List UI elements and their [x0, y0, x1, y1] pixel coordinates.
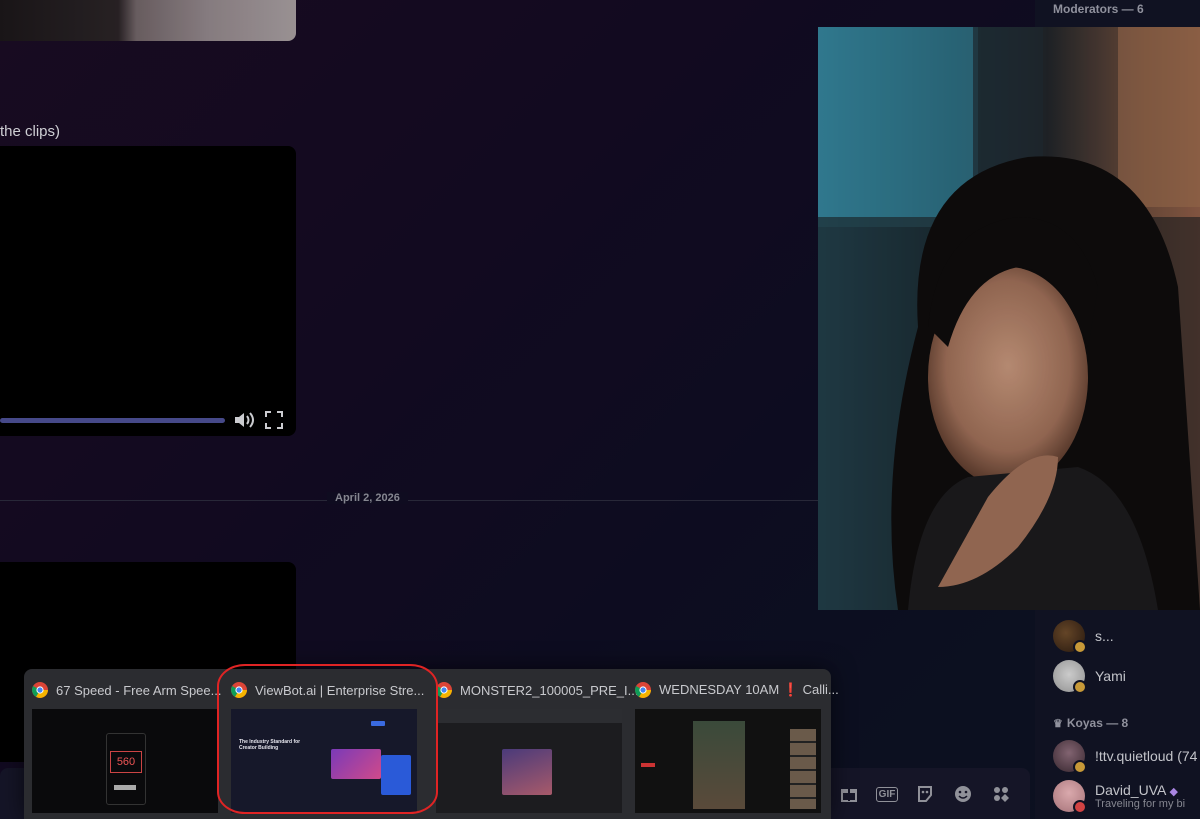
switcher-tile[interactable]: MONSTER2_100005_PRE_I... — [428, 669, 638, 819]
tile-thumbnail — [635, 709, 821, 813]
tile-title-text: 67 Speed - Free Arm Spee... — [56, 682, 222, 698]
member-item[interactable]: s... — [1053, 620, 1114, 654]
tile-title: MONSTER2_100005_PRE_I... — [436, 682, 638, 698]
thumbnail-headline: The Industry Standard for Creator Buildi… — [239, 739, 301, 751]
date-divider: April 2, 2026 — [327, 492, 408, 504]
tile-title-text: ViewBot.ai | Enterprise Stre... — [255, 682, 425, 698]
gift-icon[interactable] — [838, 783, 860, 805]
chrome-icon — [436, 682, 452, 698]
tile-title: 67 Speed - Free Arm Spee... — [32, 682, 221, 698]
koyas-header: ♛ Koyas — 8 — [1053, 716, 1128, 730]
idle-status-icon — [1073, 680, 1087, 694]
video-player[interactable] — [0, 146, 296, 436]
idle-status-icon — [1073, 760, 1087, 774]
fullscreen-icon[interactable] — [264, 410, 284, 430]
chrome-icon — [32, 682, 48, 698]
window-switcher: 67 Speed - Free Arm Spee... 560 ViewBot.… — [24, 669, 839, 819]
koyas-header-label: Koyas — 8 — [1066, 716, 1129, 730]
member-name: !ttv.quietloud (74 — [1095, 748, 1198, 764]
member-status: Traveling for my bi — [1095, 798, 1186, 810]
date-divider-line — [0, 500, 818, 501]
switcher-tile[interactable]: 67 Speed - Free Arm Spee... 560 — [24, 669, 221, 819]
message-text: the clips) — [0, 123, 61, 140]
tile-thumbnail: The Industry Standard for Creator Buildi… — [231, 709, 417, 813]
member-name: David_UVA ◆ — [1095, 782, 1185, 798]
tile-thumbnail: 560 — [32, 709, 218, 813]
sticker-icon[interactable] — [914, 783, 936, 805]
chrome-icon — [635, 682, 651, 698]
member-item[interactable]: !ttv.quietloud (74 — [1053, 740, 1198, 774]
gif-icon[interactable]: GIF — [875, 783, 899, 805]
idle-status-icon — [1073, 640, 1087, 654]
avatar — [1053, 660, 1087, 694]
composer-icons: GIF — [838, 783, 1012, 805]
dnd-status-icon — [1073, 800, 1087, 814]
role-icon: ♛ — [1053, 717, 1063, 730]
switcher-tile[interactable]: WEDNESDAY 10AM ❗ Calli... — [627, 669, 839, 819]
member-name: Yami — [1095, 668, 1126, 684]
webcam-image — [818, 27, 1200, 610]
member-name-label: David_UVA — [1095, 782, 1166, 798]
nitro-icon: ◆ — [1169, 786, 1178, 798]
moderators-header: Moderators — 6 — [1053, 2, 1144, 16]
avatar — [1053, 740, 1087, 774]
avatar — [1053, 780, 1087, 814]
emoji-icon[interactable] — [952, 783, 974, 805]
avatar — [1053, 620, 1087, 654]
tile-title-text: MONSTER2_100005_PRE_I... — [460, 682, 639, 698]
member-item[interactable]: David_UVA ◆ Traveling for my bi — [1053, 780, 1186, 814]
volume-icon[interactable] — [233, 410, 255, 430]
member-item[interactable]: Yami — [1053, 660, 1126, 694]
image-attachment[interactable] — [0, 0, 296, 41]
chrome-icon — [231, 682, 247, 698]
tile-title: ViewBot.ai | Enterprise Stre... — [231, 682, 424, 698]
apps-icon[interactable] — [990, 783, 1012, 805]
switcher-tile-selected[interactable]: ViewBot.ai | Enterprise Stre... The Indu… — [223, 669, 424, 819]
video-progress-bar[interactable] — [0, 418, 225, 423]
webcam-overlay — [818, 27, 1200, 610]
tile-title-text: WEDNESDAY 10AM ❗ Calli... — [659, 682, 839, 697]
thumbnail-counter: 560 — [110, 751, 142, 773]
tile-title: WEDNESDAY 10AM ❗ Calli... — [635, 682, 839, 698]
member-name: s... — [1095, 628, 1114, 644]
gif-label: GIF — [875, 786, 899, 802]
tile-thumbnail — [436, 709, 622, 813]
